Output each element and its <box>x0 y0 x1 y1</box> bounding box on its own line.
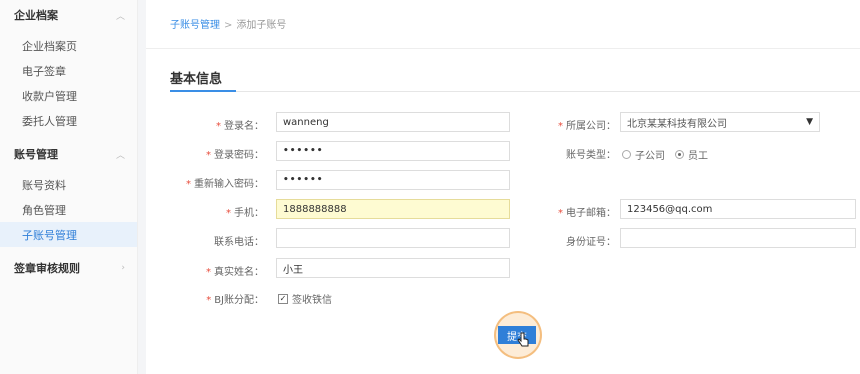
chevron-up-icon: ︿ <box>115 150 125 161</box>
confirm-password-field[interactable]: •••••• <box>276 170 510 190</box>
required-marker: * <box>216 121 221 132</box>
required-marker: * <box>558 208 563 219</box>
label-text: 电子邮箱： <box>566 208 616 219</box>
required-marker: * <box>206 267 211 278</box>
breadcrumb-separator: > <box>224 20 233 31</box>
radio-icon <box>622 150 631 159</box>
phone-field[interactable]: 1888888888 <box>276 199 510 219</box>
email-value: 123456@qq.com <box>627 203 713 215</box>
contact-phone-field[interactable] <box>276 228 510 248</box>
breadcrumb-parent-link[interactable]: 子账号管理 <box>170 20 220 31</box>
sidebar-section-enterprise[interactable]: 企业档案 ︿ <box>0 0 137 30</box>
section-divider <box>170 91 860 92</box>
bj-assign-option-label: 签收铁信 <box>292 295 332 306</box>
sidebar: 企业档案 ︿ 企业档案页 电子签章 收款户管理 委托人管理 账号管理 ︿ 账号资… <box>0 0 138 374</box>
sidebar-section-seal-review[interactable]: 签章审核规则 › <box>0 253 137 283</box>
label-text: 联系电话： <box>214 237 264 248</box>
phone-label: * 手机： <box>226 204 264 219</box>
dropdown-caret-icon: ▼ <box>806 117 813 127</box>
hand-cursor-icon <box>517 332 529 347</box>
id-number-label: 身份证号： <box>566 233 616 248</box>
sidebar-item-label: 委托人管理 <box>22 114 77 128</box>
chevron-right-icon: › <box>121 263 125 273</box>
phone-value: 1888888888 <box>283 203 347 215</box>
sidebar-item-sub-accounts[interactable]: 子账号管理 <box>0 222 137 247</box>
breadcrumb-current: 添加子账号 <box>236 20 287 31</box>
id-number-field[interactable] <box>620 228 856 248</box>
account-type-radio-group: 子公司 员工 <box>622 147 718 162</box>
sidebar-item-label: 收款户管理 <box>22 89 77 103</box>
company-select[interactable]: 北京某某科技有限公司 ▼ <box>620 112 820 132</box>
real-name-field[interactable]: 小王 <box>276 258 510 278</box>
sidebar-section-title: 签章审核规则 <box>14 262 80 275</box>
radio-label: 子公司 <box>635 151 665 162</box>
sidebar-item-roles[interactable]: 角色管理 <box>0 197 137 222</box>
label-text: 所属公司： <box>566 121 616 132</box>
label-text: 重新输入密码： <box>194 179 264 190</box>
required-marker: * <box>206 150 211 161</box>
label-text: 账号类型： <box>566 150 616 161</box>
contact-phone-label: 联系电话： <box>214 233 264 248</box>
required-marker: * <box>558 121 563 132</box>
sidebar-item-delegates[interactable]: 委托人管理 <box>0 108 137 133</box>
sidebar-item-account-info[interactable]: 账号资料 <box>0 172 137 197</box>
password-field[interactable]: •••••• <box>276 141 510 161</box>
confirm-password-label: * 重新输入密码： <box>186 175 264 190</box>
sidebar-section-account[interactable]: 账号管理 ︿ <box>0 139 137 169</box>
required-marker: * <box>226 208 231 219</box>
main-panel: 子账号管理 > 添加子账号 基本信息 * 登录名： wanneng * 登录密码： ••… <box>146 0 860 374</box>
label-text: BJ账分配： <box>214 295 264 306</box>
real-name-label: * 真实姓名： <box>206 263 264 278</box>
radio-employee[interactable]: 员工 <box>675 147 708 162</box>
password-value: •••••• <box>283 146 324 156</box>
sidebar-item-label: 电子签章 <box>22 64 66 78</box>
company-select-value: 北京某某科技有限公司 <box>627 118 727 130</box>
sidebar-item-payee-accounts[interactable]: 收款户管理 <box>0 83 137 108</box>
section-title-underline <box>170 90 236 92</box>
username-value: wanneng <box>283 116 329 128</box>
password-label: * 登录密码： <box>206 146 264 161</box>
checkbox-checked-icon[interactable]: ✓ <box>278 293 288 304</box>
sidebar-item-label: 企业档案页 <box>22 39 77 53</box>
company-label: * 所属公司： <box>558 117 616 132</box>
sidebar-item-label: 子账号管理 <box>22 228 77 242</box>
bj-assign-label: * BJ账分配： <box>206 291 264 306</box>
account-type-label: 账号类型： <box>566 146 616 161</box>
username-label: * 登录名： <box>216 117 264 132</box>
label-text: 登录名： <box>224 121 264 132</box>
header-divider <box>146 48 860 49</box>
sidebar-item-label: 角色管理 <box>22 203 66 217</box>
chevron-up-icon: ︿ <box>115 11 125 22</box>
sidebar-item-label: 账号资料 <box>22 178 66 192</box>
sidebar-section-title: 企业档案 <box>14 9 58 22</box>
required-marker: * <box>186 179 191 190</box>
sidebar-section-title: 账号管理 <box>14 148 58 161</box>
bj-assign-checkbox-group[interactable]: ✓ 签收铁信 <box>278 291 332 306</box>
required-marker: * <box>206 295 212 306</box>
label-text: 手机： <box>234 208 264 219</box>
label-text: 登录密码： <box>214 150 264 161</box>
email-field[interactable]: 123456@qq.com <box>620 199 856 219</box>
radio-label: 员工 <box>688 151 708 162</box>
radio-subsidiary[interactable]: 子公司 <box>622 147 665 162</box>
username-field[interactable]: wanneng <box>276 112 510 132</box>
label-text: 身份证号： <box>566 237 616 248</box>
section-title: 基本信息 <box>170 72 223 87</box>
breadcrumb: 子账号管理 > 添加子账号 <box>170 16 286 31</box>
confirm-password-value: •••••• <box>283 175 324 185</box>
radio-selected-icon <box>675 150 684 159</box>
email-label: * 电子邮箱： <box>558 204 616 219</box>
real-name-value: 小王 <box>283 264 303 276</box>
sidebar-item-enterprise-profile[interactable]: 企业档案页 <box>0 33 137 58</box>
label-text: 真实姓名： <box>214 267 264 278</box>
sidebar-item-e-seal[interactable]: 电子签章 <box>0 58 137 83</box>
